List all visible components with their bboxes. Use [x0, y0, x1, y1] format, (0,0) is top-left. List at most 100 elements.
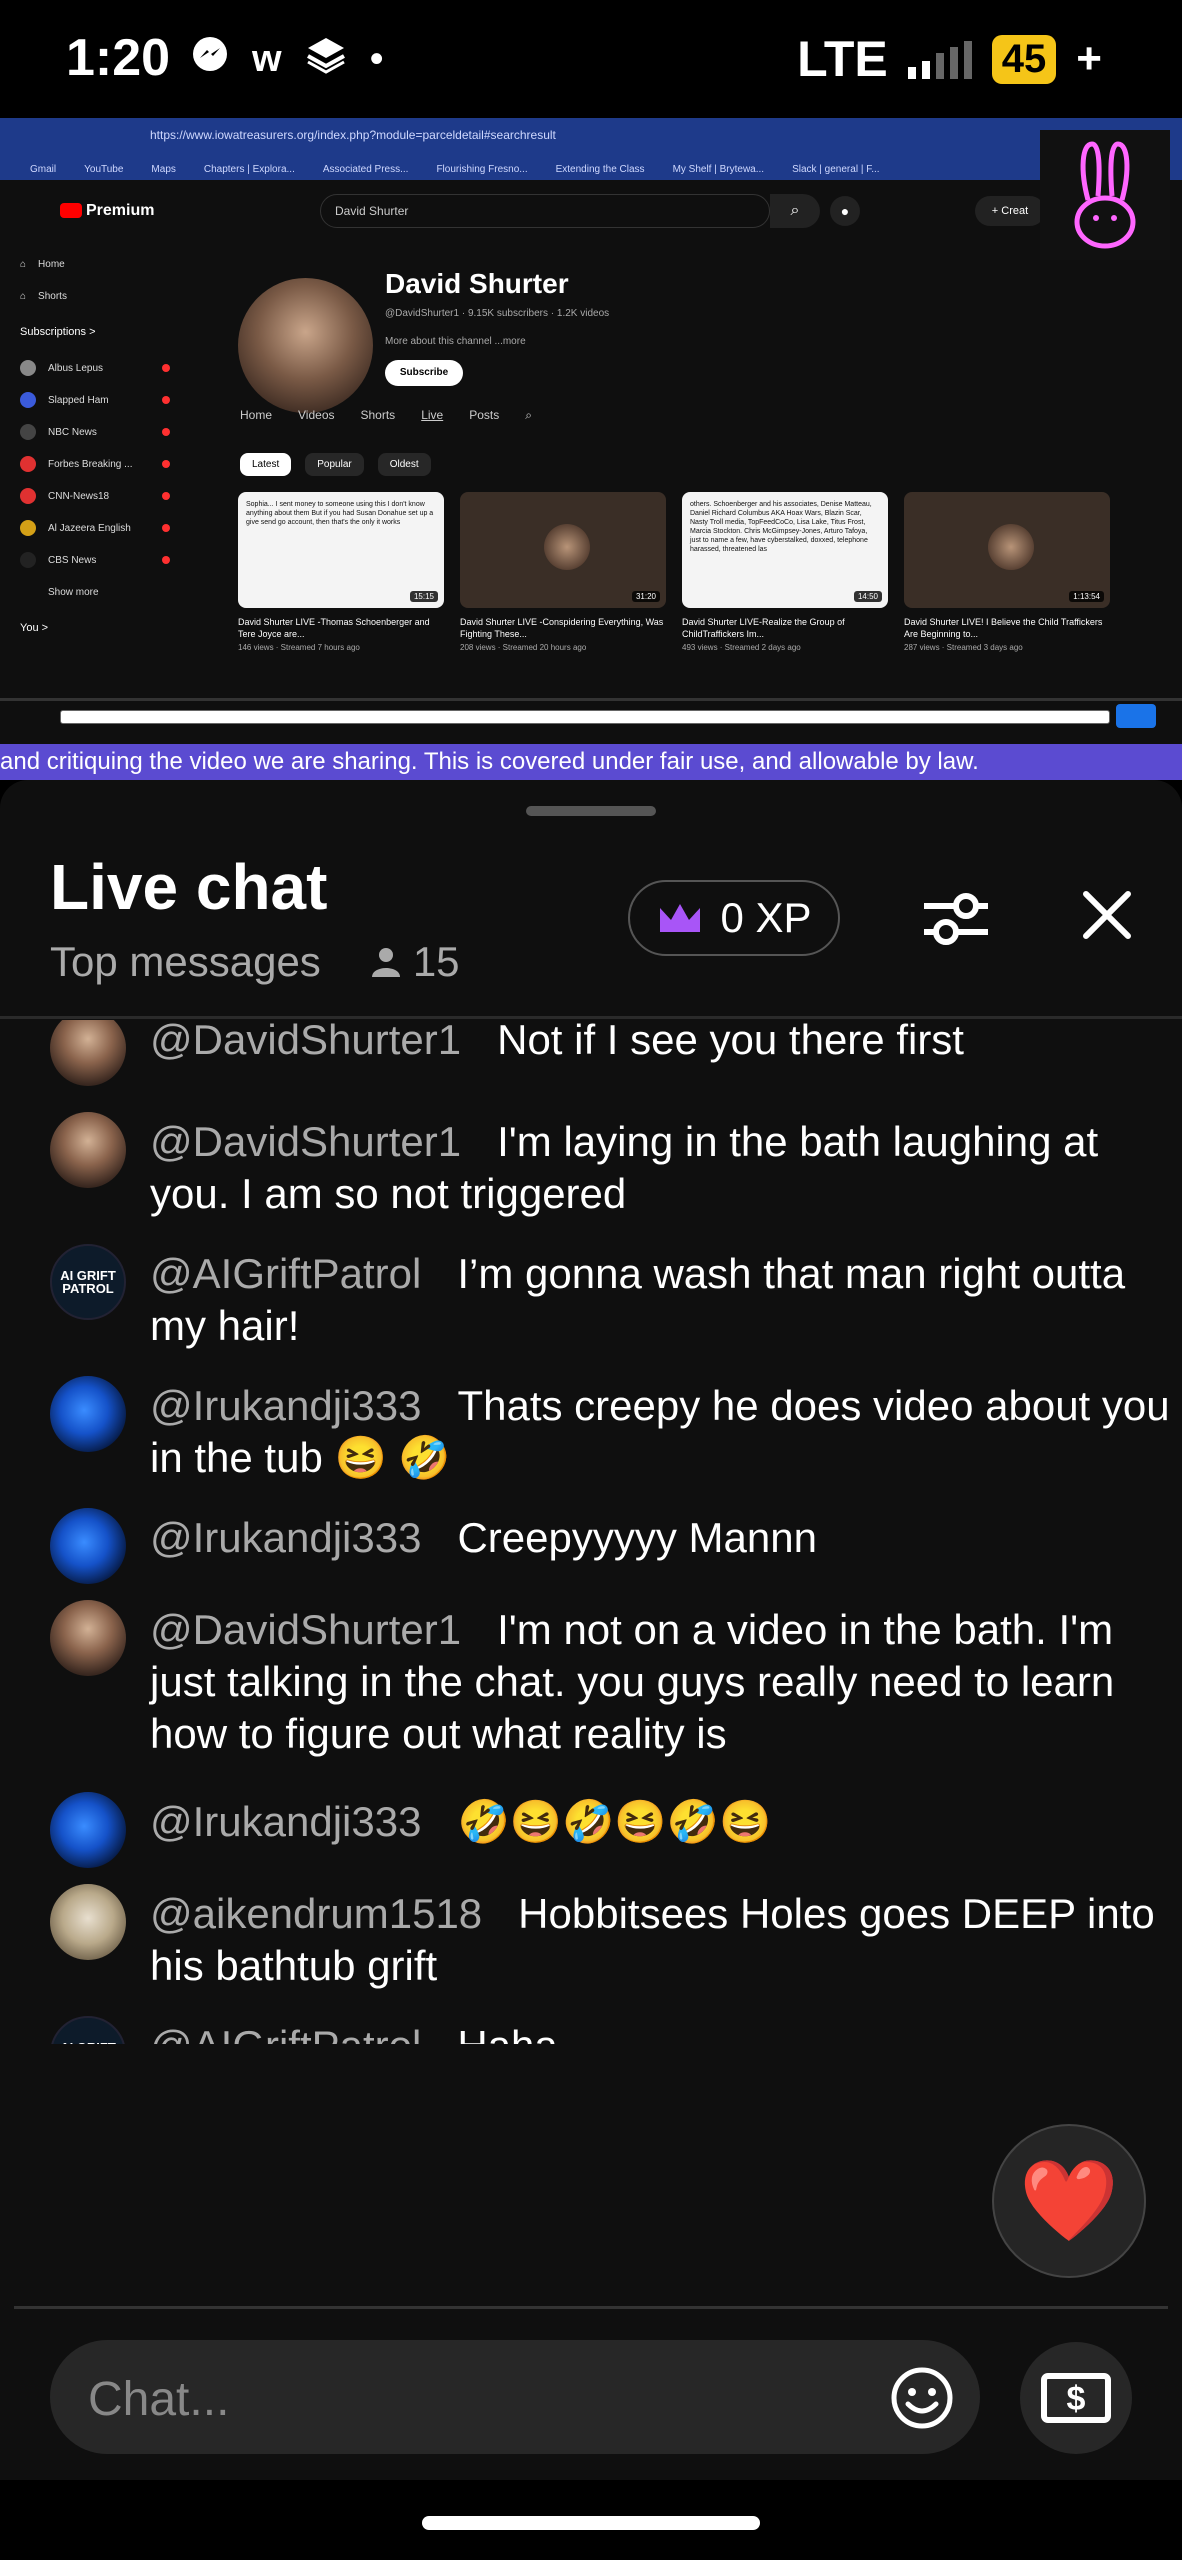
sidebar-item-label: Shorts — [38, 290, 67, 302]
avatar[interactable] — [50, 1376, 126, 1452]
heart-reaction-button[interactable]: ❤️ — [992, 2124, 1146, 2278]
avatar[interactable] — [50, 1884, 126, 1960]
layers-app-icon — [304, 34, 348, 84]
emoji-icon[interactable] — [890, 2366, 954, 2430]
video-thumbnail: others. Schoenberger and his associates,… — [682, 492, 888, 608]
channel-tab: Home — [240, 408, 273, 422]
close-icon[interactable] — [1072, 880, 1142, 950]
nav-icon: ⌂ — [20, 290, 27, 302]
message-author[interactable]: @Irukandji333 — [150, 1514, 421, 1561]
video-card: Sophia... I sent money to someone using … — [238, 492, 444, 652]
create-button: + Creat — [975, 196, 1045, 226]
message-author[interactable]: @AIGriftPatrol — [150, 2022, 421, 2044]
channel-name: David Shurter — [385, 268, 569, 299]
bookmark-item: Flourishing Fresno... — [436, 163, 528, 175]
status-right: LTE 45 + — [797, 30, 1102, 88]
filter-settings-icon[interactable] — [918, 880, 994, 956]
channel-meta: @DavidShurter1 · 9.15K subscribers · 1.2… — [385, 308, 610, 319]
xp-label: 0 XP — [720, 894, 812, 941]
browser-url: https://www.iowatreasurers.org/index.php… — [150, 128, 556, 142]
subscription-label: CBS News — [48, 554, 97, 566]
message-author[interactable]: @Irukandji333 — [150, 1798, 421, 1845]
subscription-label: CNN-News18 — [48, 490, 110, 502]
message-author[interactable]: @DavidShurter1 — [150, 1118, 461, 1165]
live-indicator — [162, 556, 170, 564]
thumbnail-text: others. Schoenberger and his associates,… — [690, 501, 872, 553]
mic-icon: ● — [830, 196, 860, 226]
nav-icon: ⌂ — [20, 258, 27, 270]
message-text: 🤣😆🤣😆🤣😆 — [457, 1798, 772, 1845]
channel-tabs: Home Videos Shorts Live Posts ⌕ — [240, 408, 532, 423]
channel-about: More about this channel ...more — [385, 336, 526, 347]
subscription-item: NBC News — [0, 416, 190, 448]
message-body: @Irukandji333 Thats creepy he does video … — [150, 1380, 1180, 1484]
messenger-icon — [190, 34, 230, 84]
battery-icon: 45 — [991, 34, 1057, 84]
subscription-item: Al Jazeera English — [0, 512, 190, 544]
channel-icon — [20, 392, 36, 408]
home-indicator[interactable] — [422, 2516, 760, 2530]
thumbnail-face — [544, 524, 590, 570]
video-meta: 287 views · Streamed 3 days ago — [904, 643, 1023, 652]
signal-icon — [907, 39, 972, 79]
subscribe-button: Subscribe — [385, 360, 463, 386]
channel-tab: Live — [421, 408, 444, 422]
video-thumbnail: 31:20 — [460, 492, 666, 608]
xp-button[interactable]: 0 XP — [628, 880, 840, 956]
filter-chip: Latest — [240, 453, 292, 476]
video-input-bar — [60, 710, 1110, 724]
sidebar-item: ⌂ Home — [0, 248, 190, 280]
avatar[interactable]: AI GRIFTPATROL — [50, 1244, 126, 1320]
channel-icon — [20, 488, 36, 504]
avatar[interactable] — [50, 1112, 126, 1188]
sidebar-item-label: Home — [38, 258, 65, 270]
drag-handle[interactable] — [526, 806, 656, 816]
video-send-button — [1116, 704, 1156, 728]
bookmark-item: My Shelf | Brytewa... — [672, 163, 765, 175]
video-thumbnail: Sophia... I sent money to someone using … — [238, 492, 444, 608]
w-app-icon: w — [252, 37, 282, 80]
subscription-item: Slapped Ham — [0, 384, 190, 416]
message-author[interactable]: @DavidShurter1 — [150, 1020, 461, 1063]
subscription-label: NBC News — [48, 426, 97, 438]
bookmark-item: Chapters | Explora... — [203, 163, 295, 175]
message-body: @aikendrum1518 Hobbitsees Holes goes DEEP… — [150, 1888, 1180, 1992]
live-indicator — [162, 364, 170, 372]
network-label: LTE — [797, 31, 888, 87]
message-body: @AIGriftPatrol Haha — [150, 2020, 1180, 2044]
thumbnail-face — [988, 524, 1034, 570]
message-author[interactable]: @DavidShurter1 — [150, 1606, 461, 1653]
bookmarks-bar: Gmail YouTube Maps Chapters | Explora... Ass… — [0, 158, 1182, 180]
video-duration: 14:50 — [853, 591, 882, 602]
message-body: @Irukandji333 🤣😆🤣😆🤣😆 — [150, 1796, 1180, 1848]
message-body: @DavidShurter1 I'm laying in the bath lau… — [150, 1116, 1180, 1220]
battery-plus: + — [1076, 34, 1102, 83]
message-author[interactable]: @AIGriftPatrol — [150, 1250, 421, 1297]
subscription-label: Albus Lepus — [48, 362, 104, 374]
subscription-label: Forbes Breaking ... — [48, 458, 133, 470]
video-progress-bar[interactable] — [0, 698, 1182, 701]
avatar[interactable] — [50, 1792, 126, 1868]
chat-mode-selector[interactable]: Top messages 15 — [50, 938, 460, 986]
message-author[interactable]: @Irukandji333 — [150, 1382, 421, 1429]
message-author[interactable]: @aikendrum1518 — [150, 1890, 482, 1937]
message-text: Creepyyyyy Mannn — [457, 1514, 817, 1561]
viewer-count: 15 — [412, 938, 460, 985]
avatar[interactable] — [50, 1600, 126, 1676]
channel-icon — [20, 584, 36, 600]
video-duration: 1:13:54 — [1069, 591, 1104, 602]
avatar[interactable] — [50, 1020, 126, 1086]
chat-messages-list[interactable]: @DavidShurter1 Not if I see you there fir… — [0, 1020, 1182, 2044]
dot-icon: • — [369, 36, 384, 81]
bunny-logo-icon — [1040, 130, 1170, 260]
subscription-item: CBS News — [0, 544, 190, 576]
avatar[interactable] — [50, 1508, 126, 1584]
video-title: David Shurter LIVE -Thomas Schoenberger … — [238, 617, 430, 639]
video-player[interactable]: https://www.iowatreasurers.org/index.php… — [0, 118, 1182, 780]
chat-input[interactable]: Chat... — [50, 2340, 980, 2454]
avatar[interactable]: AI GRIFTPATROL — [50, 2016, 126, 2044]
super-chat-button[interactable]: $ — [1020, 2342, 1132, 2454]
live-indicator — [162, 492, 170, 500]
channel-avatar — [238, 278, 373, 413]
sidebar-item: ⌂ Shorts — [0, 280, 190, 312]
